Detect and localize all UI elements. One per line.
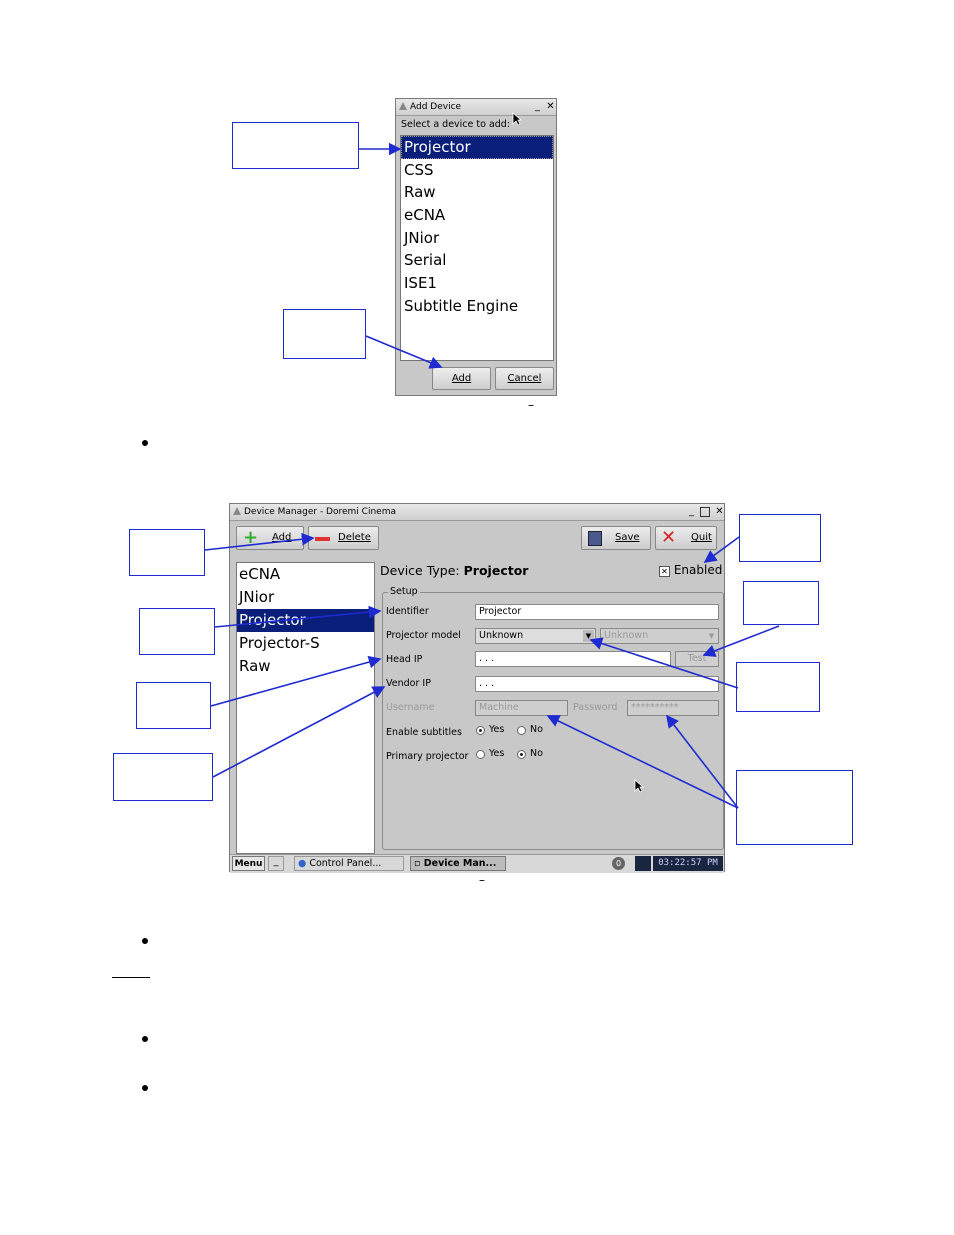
- arrow-to-test: [702, 625, 780, 657]
- bullet: [142, 1036, 148, 1042]
- arrow-to-username: [546, 715, 739, 809]
- callout-arrows: [204, 142, 780, 809]
- bullet: [142, 938, 148, 944]
- mouse-cursor-icon: [512, 112, 522, 126]
- arrow-to-vendor-ip: [212, 686, 386, 778]
- arrow-to-password: [666, 714, 739, 809]
- mouse-cursor-icon: [634, 779, 644, 793]
- arrow-to-model: [589, 637, 739, 689]
- arrow-to-head-ip: [210, 655, 382, 707]
- arrow-to-delete: [204, 532, 315, 551]
- arrow-to-identifier: [214, 605, 382, 628]
- arrow-to-add: [365, 335, 443, 369]
- arrow-to-enabled: [703, 536, 740, 563]
- bullet: [142, 1085, 148, 1091]
- underline-rule: [112, 977, 150, 978]
